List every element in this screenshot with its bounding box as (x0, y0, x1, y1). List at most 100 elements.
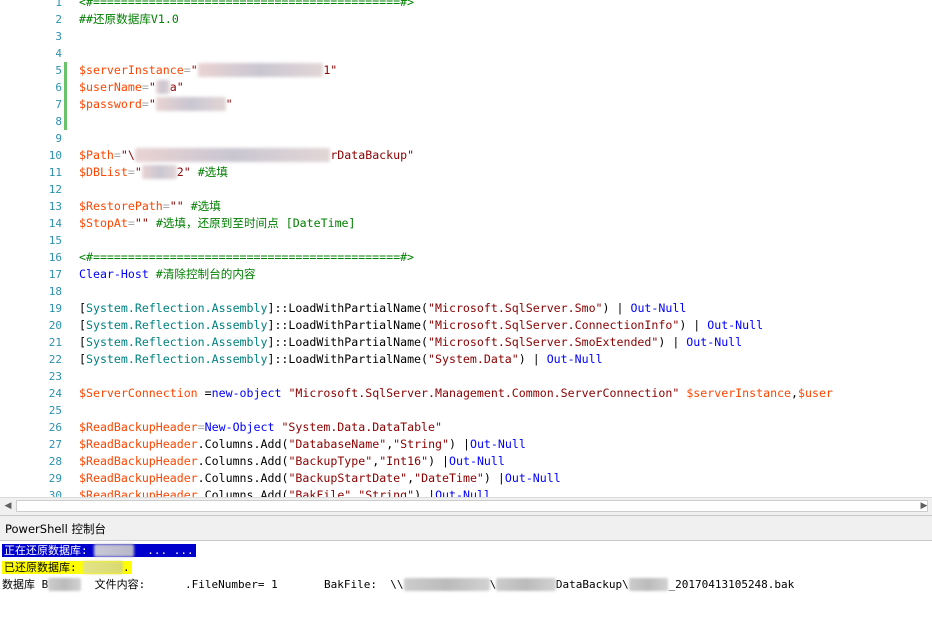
console-token: . (123, 561, 130, 574)
code-token: ]:: (267, 318, 289, 332)
code-token: Columns (204, 454, 254, 468)
code-token: ) | (518, 352, 547, 366)
code-line[interactable]: <#======================================… (79, 249, 414, 266)
line-number: 30 (48, 489, 62, 497)
code-token: System.Reflection.Assembly (85, 335, 268, 349)
code-line[interactable]: $ReadBackupHeader.Columns.Add("DatabaseN… (79, 436, 526, 453)
line-number: 17 (48, 268, 62, 281)
code-token: [ (79, 352, 86, 366)
code-token: , (791, 386, 798, 400)
code-line[interactable]: $ReadBackupHeader.Columns.Add("BakFile",… (79, 487, 491, 497)
code-token: Out-Null (546, 352, 603, 366)
console-line: 正在还原数据库: XX_XXX ... ... (2, 543, 196, 559)
code-token: $serverInstance (686, 386, 792, 400)
code-token: "BackupStartDate" (288, 471, 408, 485)
redacted-text: XX_XXX (94, 544, 134, 557)
code-line[interactable]: $ReadBackupHeader.Columns.Add("BackupTyp… (79, 453, 505, 470)
code-line[interactable]: $serverInstance="XXXXXXXXXXXXXXXXXX1" (79, 62, 337, 79)
line-number: 18 (48, 285, 62, 298)
console-token: 文件内容: .FileNumber= 1 BakFile: \\ (81, 578, 404, 591)
code-token: Out-Null (435, 488, 491, 497)
line-number: 20 (48, 319, 62, 332)
code-token: Out-Null (469, 437, 526, 451)
code-line[interactable]: Clear-Host #清除控制台的内容 (79, 266, 256, 283)
code-token: <#======================================… (79, 250, 415, 264)
code-token: $ServerConnection (79, 386, 198, 400)
scroll-right-icon[interactable]: ▶ (919, 501, 929, 512)
code-token: "String" (393, 437, 450, 451)
redacted-text: XX_XXX (628, 578, 669, 591)
code-line[interactable]: $Path="\XXXXXXXXXXXXXXXXXXXXXXXXXXXXrDat… (79, 147, 414, 164)
code-token: ) | (602, 301, 631, 315)
script-editor[interactable]: 1 2 3 4 5 6 7 8 9 10 11 12 13 14 15 16 17 18 19 20 21 22 23 24 2… (0, 0, 932, 497)
code-token: . (253, 488, 261, 497)
horizontal-scrollbar[interactable]: ◀ ▶ (0, 497, 932, 515)
code-token: LoadWithPartialName (288, 352, 422, 366)
redacted-text: XXXXXXXXX (496, 578, 556, 591)
code-line[interactable]: <#======================================… (79, 0, 414, 11)
code-token: ##还原数据库V1.0 (79, 12, 179, 26)
code-line[interactable]: $userName="XXa" (79, 79, 184, 96)
code-token: "BakFile" (288, 488, 352, 497)
code-token: ( (421, 352, 429, 366)
code-token: $ReadBackupHeader (79, 488, 198, 497)
console-highlight: 已还原数据库: XX_XXX. (2, 561, 132, 574)
code-line[interactable]: $StopAt="" #选填，还原到至时间点 [DateTime] (79, 215, 356, 232)
code-token: "" (169, 199, 184, 213)
line-number: 24 (48, 387, 62, 400)
code-line[interactable]: [System.Reflection.Assembly]::LoadWithPa… (79, 300, 686, 317)
line-number: 3 (55, 30, 62, 43)
code-token: Out-Null (630, 301, 687, 315)
console-output[interactable]: 正在还原数据库: XX_XXX ... ...已还原数据库: XX_XXX.数据… (0, 541, 932, 640)
code-token: $Path (79, 148, 114, 162)
code-line[interactable]: $DBList="XXXXX2" #选填 (79, 164, 228, 181)
code-token: Out-Null (686, 335, 743, 349)
redacted-text: XXXXXXXXXXXXXXXXXXXXXXXXXXXX (134, 148, 331, 162)
code-token: ]:: (267, 352, 289, 366)
code-token: $DBList (79, 165, 128, 179)
code-token: ( (421, 335, 429, 349)
line-number: 19 (48, 302, 62, 315)
code-token: System.Reflection.Assembly (85, 318, 268, 332)
line-number: 14 (48, 217, 62, 230)
code-token: ( (421, 318, 429, 332)
line-number: 12 (48, 183, 62, 196)
code-token: "String" (358, 488, 415, 497)
line-number: 26 (48, 421, 62, 434)
line-number: 9 (55, 132, 62, 145)
code-token: = (197, 420, 205, 434)
console-title: PowerShell 控制台 (5, 522, 106, 536)
code-token: = (141, 97, 149, 111)
code-token: " (190, 63, 198, 77)
code-line[interactable]: [System.Reflection.Assembly]::LoadWithPa… (79, 351, 603, 368)
code-line[interactable]: $ServerConnection =new-object "Microsoft… (79, 385, 833, 402)
code-token: LoadWithPartialName (288, 335, 422, 349)
code-token: $ReadBackupHeader (79, 454, 198, 468)
code-token: System.Reflection.Assembly (85, 352, 268, 366)
code-token: Columns (204, 488, 254, 497)
code-line[interactable]: $password="XXXXXXXXXX" (79, 96, 233, 113)
change-marker (64, 113, 67, 130)
code-token: $RestorePath (79, 199, 163, 213)
code-line[interactable]: $RestorePath="" #选填 (79, 198, 221, 215)
code-token: Out-Null (707, 318, 764, 332)
redacted-text: XX_XXX (83, 561, 123, 574)
console-token: ... ... (134, 544, 194, 557)
line-number: 15 (48, 234, 62, 247)
code-token: 2" (176, 165, 191, 179)
code-line[interactable]: [System.Reflection.Assembly]::LoadWithPa… (79, 334, 742, 351)
code-line[interactable]: $ReadBackupHeader=New-Object "System.Dat… (79, 419, 442, 436)
code-area[interactable]: <#======================================… (79, 0, 932, 497)
code-token: "Int16" (379, 454, 429, 468)
code-line[interactable]: [System.Reflection.Assembly]::LoadWithPa… (79, 317, 763, 334)
code-line[interactable]: ##还原数据库V1.0 (79, 11, 179, 28)
code-token: "BackupType" (288, 454, 373, 468)
line-number: 22 (48, 353, 62, 366)
code-line[interactable]: $ReadBackupHeader.Columns.Add("BackupSta… (79, 470, 561, 487)
scrollbar-thumb[interactable] (16, 500, 928, 512)
code-token: $password (79, 97, 142, 111)
line-number: 16 (48, 251, 62, 264)
scroll-left-icon[interactable]: ◀ (3, 501, 13, 512)
code-token: New-Object (204, 420, 275, 434)
